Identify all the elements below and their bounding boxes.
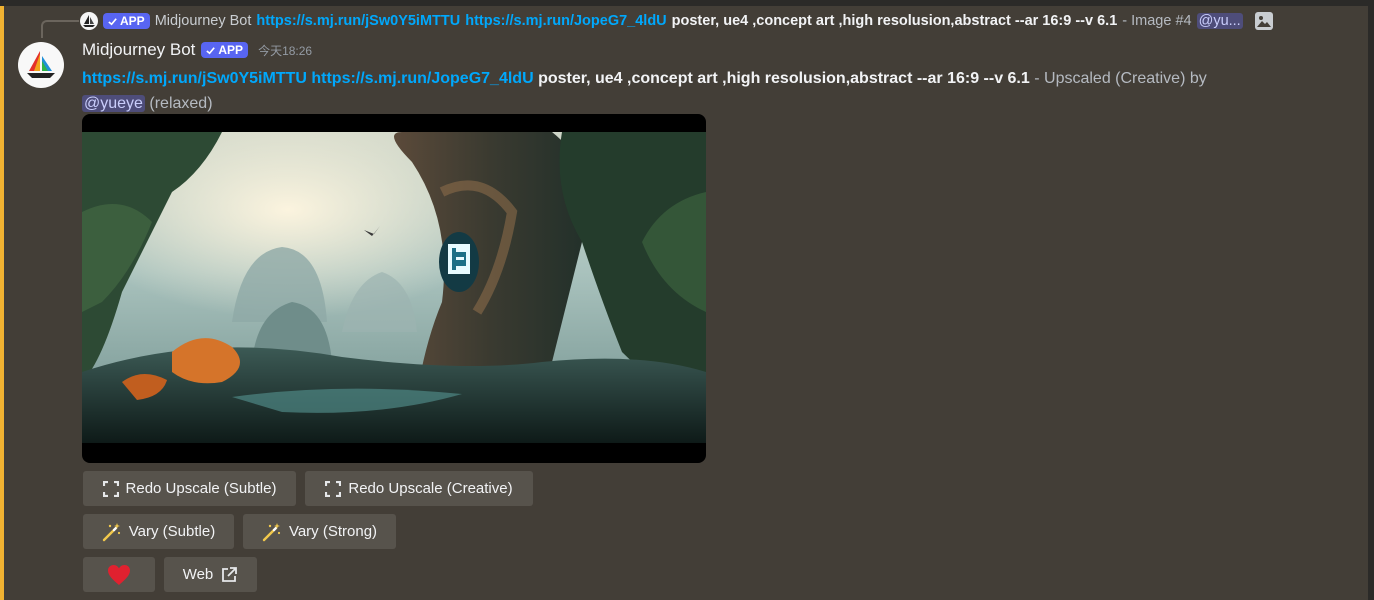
reply-mention[interactable]: @yu... <box>1196 13 1243 29</box>
vary-strong-button[interactable]: Vary (Strong) <box>243 514 396 549</box>
message-link-1[interactable]: https://s.mj.run/jSw0Y5iMTTU <box>82 70 307 87</box>
reply-prompt: poster, ue4 ,concept art ,high resolusio… <box>671 13 1118 29</box>
redo-upscale-creative-label: Redo Upscale (Creative) <box>348 480 513 497</box>
reply-link-2[interactable]: https://s.mj.run/JopeG7_4ldU <box>465 13 666 29</box>
image-attachment[interactable] <box>82 114 706 463</box>
check-icon <box>108 17 117 25</box>
check-icon <box>206 46 216 54</box>
heart-icon <box>107 564 131 586</box>
web-button[interactable]: Web <box>164 557 257 592</box>
message-container: APP Midjourney Bot https://s.mj.run/jSw0… <box>0 6 1368 600</box>
redo-upscale-creative-button[interactable]: Redo Upscale (Creative) <box>305 471 533 506</box>
app-badge-label: APP <box>120 14 145 28</box>
reply-link-1[interactable]: https://s.mj.run/jSw0Y5iMTTU <box>256 13 460 29</box>
redo-upscale-subtle-button[interactable]: Redo Upscale (Subtle) <box>83 471 296 506</box>
magic-wand-icon <box>102 522 122 542</box>
bot-avatar[interactable] <box>18 42 64 88</box>
reply-avatar[interactable] <box>80 12 98 30</box>
generated-image <box>82 132 706 443</box>
message-prompt: poster, ue4 ,concept art ,high resolusio… <box>538 70 1030 87</box>
vary-subtle-button[interactable]: Vary (Subtle) <box>83 514 234 549</box>
message-mode: (relaxed) <box>149 95 213 112</box>
app-badge: APP <box>201 42 249 58</box>
web-button-label: Web <box>182 566 214 583</box>
midjourney-sailboat-icon <box>27 51 55 78</box>
message-status: - Upscaled (Creative) by <box>1034 70 1207 87</box>
vary-strong-label: Vary (Strong) <box>288 523 378 540</box>
app-badge: APP <box>103 13 150 29</box>
user-mention[interactable]: @yueye <box>82 95 145 112</box>
magic-wand-icon <box>262 522 282 542</box>
redo-upscale-subtle-label: Redo Upscale (Subtle) <box>125 480 277 497</box>
message-header: Midjourney Bot APP 今天18:26 <box>82 38 312 62</box>
vary-subtle-label: Vary (Subtle) <box>128 523 216 540</box>
message-content: https://s.mj.run/jSw0Y5iMTTU https://s.m… <box>82 66 1312 116</box>
external-link-icon <box>220 566 238 584</box>
reply-reference[interactable]: APP Midjourney Bot https://s.mj.run/jSw0… <box>80 10 1320 32</box>
timestamp[interactable]: 今天18:26 <box>258 42 312 59</box>
sailboat-logo-icon <box>83 15 95 27</box>
favorite-button[interactable] <box>83 557 155 592</box>
reply-suffix: - Image #4 <box>1122 13 1192 29</box>
mention-highlight-bar <box>0 6 4 600</box>
username[interactable]: Midjourney Bot <box>82 40 195 60</box>
image-icon[interactable] <box>1254 11 1274 31</box>
reply-spine <box>41 20 79 38</box>
app-badge-label: APP <box>218 43 244 57</box>
expand-corners-icon <box>102 480 119 497</box>
message-link-2[interactable]: https://s.mj.run/JopeG7_4ldU <box>311 70 533 87</box>
expand-corners-icon <box>325 480 342 497</box>
reply-author[interactable]: Midjourney Bot <box>155 13 252 29</box>
